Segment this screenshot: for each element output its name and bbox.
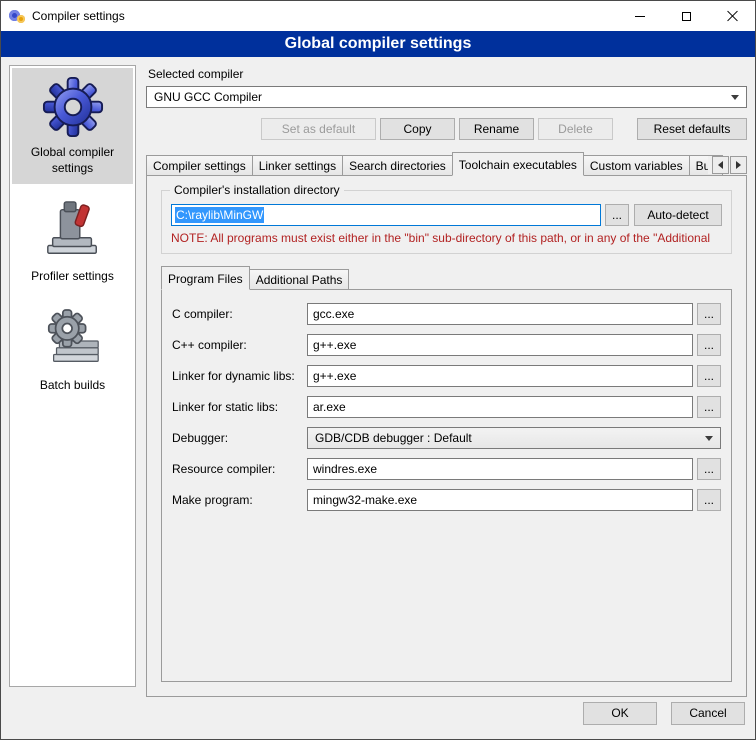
dynamic-linker-input[interactable] [307,365,693,387]
c-compiler-label: C compiler: [172,307,307,321]
program-files-pane: C compiler: ... C++ compiler: ... Linker… [161,289,732,682]
make-program-row: Make program: ... [172,489,721,511]
dialog-footer: OK Cancel [1,697,755,739]
minimize-icon [635,16,645,17]
resource-compiler-row: Resource compiler: ... [172,458,721,480]
debugger-row: Debugger: GDB/CDB debugger : Default [172,427,721,449]
cpp-compiler-input[interactable] [307,334,693,356]
selected-compiler-label: Selected compiler [148,67,747,81]
c-compiler-row: C compiler: ... [172,303,721,325]
tab-program-files[interactable]: Program Files [161,266,250,290]
tab-compiler-settings[interactable]: Compiler settings [146,155,253,176]
reset-defaults-button[interactable]: Reset defaults [637,118,747,140]
toolchain-executables-pane: Compiler's installation directory C:\ray… [146,175,747,697]
maximize-button[interactable] [663,1,709,31]
arrow-left-icon [718,161,723,169]
maximize-icon [682,12,691,21]
make-program-input[interactable] [307,489,693,511]
settings-tabstrip: Compiler settings Linker settings Search… [146,152,747,176]
set-as-default-button: Set as default [261,118,376,140]
dynamic-linker-label: Linker for dynamic libs: [172,369,307,383]
close-icon [726,10,738,22]
profiler-tool-icon [42,200,104,262]
tab-linker-settings[interactable]: Linker settings [252,155,343,176]
tab-scroll-buttons [708,156,747,174]
minimize-button[interactable] [617,1,663,31]
install-dir-input[interactable]: C:\raylib\MinGW [171,204,601,226]
tab-custom-variables[interactable]: Custom variables [583,155,690,176]
debugger-select[interactable]: GDB/CDB debugger : Default [307,427,721,449]
install-dir-group-title: Compiler's installation directory [170,183,344,197]
resource-compiler-browse-button[interactable]: ... [697,458,721,480]
cpp-compiler-browse-button[interactable]: ... [697,334,721,356]
dialog-body: Global compiler settings Profiler settin… [1,57,755,697]
debugger-select-value: GDB/CDB debugger : Default [315,431,699,445]
blue-gear-icon [42,76,104,138]
titlebar: Compiler settings [1,1,755,31]
make-program-label: Make program: [172,493,307,507]
tab-toolchain-executables[interactable]: Toolchain executables [452,152,584,176]
static-linker-browse-button[interactable]: ... [697,396,721,418]
dynamic-linker-browse-button[interactable]: ... [697,365,721,387]
settings-panel: Selected compiler GNU GCC Compiler Set a… [146,65,747,697]
debugger-label: Debugger: [172,431,307,445]
static-linker-row: Linker for static libs: ... [172,396,721,418]
install-dir-group: Compiler's installation directory C:\ray… [161,190,732,254]
page-title: Global compiler settings [1,31,755,57]
c-compiler-input[interactable] [307,303,693,325]
sidebar-item-label: Batch builds [40,377,105,393]
tab-search-directories[interactable]: Search directories [342,155,453,176]
sidebar: Global compiler settings Profiler settin… [9,65,136,687]
chevron-down-icon [705,436,713,441]
programs-tabstrip: Program Files Additional Paths [161,266,732,290]
dynamic-linker-row: Linker for dynamic libs: ... [172,365,721,387]
window-title: Compiler settings [32,9,125,23]
install-dir-value: C:\raylib\MinGW [175,207,264,223]
tab-scroll-left-button[interactable] [712,156,729,174]
cpp-compiler-label: C++ compiler: [172,338,307,352]
sidebar-item-profiler-settings[interactable]: Profiler settings [12,192,133,292]
resource-compiler-label: Resource compiler: [172,462,307,476]
compiler-actions: Set as default Copy Rename Delete Reset … [146,118,747,140]
make-program-browse-button[interactable]: ... [697,489,721,511]
delete-button: Delete [538,118,613,140]
sidebar-item-global-compiler-settings[interactable]: Global compiler settings [12,68,133,184]
compiler-settings-dialog: Compiler settings Global compiler settin… [0,0,756,740]
compiler-select[interactable]: GNU GCC Compiler [146,86,747,108]
auto-detect-button[interactable]: Auto-detect [634,204,722,226]
arrow-right-icon [736,161,741,169]
resource-compiler-input[interactable] [307,458,693,480]
ok-button[interactable]: OK [583,702,657,725]
window-controls [617,1,755,31]
gear-stack-icon [42,309,104,371]
cancel-button[interactable]: Cancel [671,702,745,725]
tab-additional-paths[interactable]: Additional Paths [249,269,350,290]
c-compiler-browse-button[interactable]: ... [697,303,721,325]
sidebar-item-label: Profiler settings [31,268,114,284]
cpp-compiler-row: C++ compiler: ... [172,334,721,356]
close-button[interactable] [709,1,755,31]
sidebar-item-batch-builds[interactable]: Batch builds [12,301,133,401]
app-icon [9,8,25,24]
tab-scroll-right-button[interactable] [730,156,747,174]
install-dir-note: NOTE: All programs must exist either in … [171,231,722,245]
chevron-down-icon [731,95,739,100]
static-linker-label: Linker for static libs: [172,400,307,414]
install-dir-browse-button[interactable]: ... [605,204,629,226]
compiler-select-value: GNU GCC Compiler [154,90,725,104]
sidebar-item-label: Global compiler settings [14,144,131,176]
rename-button[interactable]: Rename [459,118,534,140]
static-linker-input[interactable] [307,396,693,418]
copy-button[interactable]: Copy [380,118,455,140]
